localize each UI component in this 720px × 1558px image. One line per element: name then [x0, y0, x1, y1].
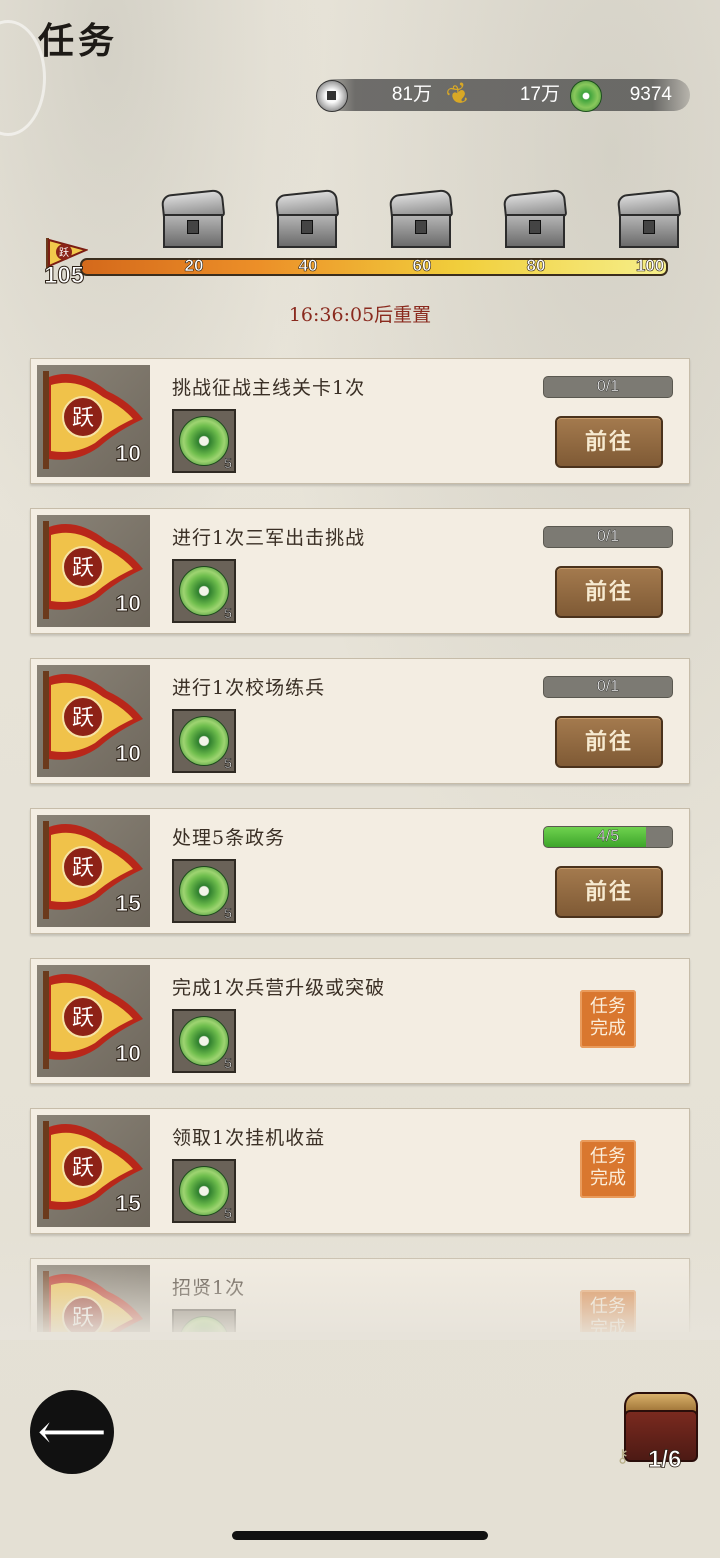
reward-count: 5 [224, 905, 232, 922]
task-points-badge: 跃 15 [37, 817, 147, 921]
task-card: 跃 15 处理5条政务 5 4/5 前往 [30, 808, 690, 934]
flag-char: 跃 [72, 556, 94, 581]
reward-count: 5 [224, 1055, 232, 1072]
task-card: 跃 10 挑战征战主线关卡1次 5 0/1 前往 [30, 358, 690, 484]
reward-item[interactable]: 5 [172, 559, 236, 623]
go-button[interactable]: 前往 [555, 566, 663, 618]
task-name: 进行1次三军出击挑战 [172, 527, 366, 549]
task-points: 10 [115, 590, 142, 617]
go-button[interactable]: 前往 [555, 416, 663, 468]
task-name: 进行1次校场练兵 [172, 677, 326, 699]
task-card: 跃 15 领取1次挂机收益 5 任务 完成 [30, 1108, 690, 1234]
jade-reward-icon [179, 716, 229, 766]
reward-item[interactable]: 5 [172, 409, 236, 473]
jade-reward-icon [179, 1166, 229, 1216]
task-progress-bar: 4/5 [543, 826, 673, 848]
task-progress-text: 0/1 [596, 528, 620, 545]
list-fade-overlay [0, 1240, 720, 1340]
task-progress-text: 4/5 [596, 828, 620, 845]
reward-count: 5 [224, 755, 232, 772]
task-points: 10 [115, 740, 142, 767]
task-card: 跃 10 进行1次三军出击挑战 5 0/1 前往 [30, 508, 690, 634]
task-list[interactable]: 跃 10 挑战征战主线关卡1次 5 0/1 前往跃 10 进行1次三军出击挑战 5 0/1 前往跃 1… [0, 0, 720, 1332]
task-progress-text: 0/1 [596, 378, 620, 395]
flag-char: 跃 [72, 1156, 94, 1181]
task-points-badge: 跃 10 [37, 517, 147, 621]
home-indicator[interactable] [232, 1531, 488, 1540]
jade-reward-icon [179, 566, 229, 616]
task-points-badge: 跃 10 [37, 667, 147, 771]
go-button[interactable]: 前往 [555, 866, 663, 918]
reward-count: 5 [224, 455, 232, 472]
task-name: 完成1次兵营升级或突破 [172, 977, 386, 999]
task-points-badge: 跃 10 [37, 967, 147, 1071]
key-icon: ⚷ [616, 1446, 630, 1467]
task-points: 10 [115, 1040, 142, 1067]
flag-char: 跃 [72, 856, 94, 881]
task-points: 15 [115, 890, 142, 917]
task-points-badge: 跃 15 [37, 1117, 147, 1221]
reward-item[interactable]: 5 [172, 1009, 236, 1073]
jade-reward-icon [179, 866, 229, 916]
task-name: 领取1次挂机收益 [172, 1127, 326, 1149]
task-points: 10 [115, 440, 142, 467]
reward-count: 5 [224, 1205, 232, 1222]
flag-char: 跃 [72, 406, 94, 431]
treasure-progress: 1/6 [648, 1446, 682, 1474]
task-complete-stamp: 任务完成 [580, 1140, 636, 1198]
back-button[interactable]: ⟵ [30, 1390, 114, 1474]
reward-item[interactable]: 5 [172, 859, 236, 923]
go-button[interactable]: 前往 [555, 716, 663, 768]
task-progress-bar: 0/1 [543, 526, 673, 548]
jade-reward-icon [179, 1016, 229, 1066]
flag-char: 跃 [72, 706, 94, 731]
task-progress-text: 0/1 [596, 678, 620, 695]
task-points-badge: 跃 10 [37, 367, 147, 471]
reward-item[interactable]: 5 [172, 709, 236, 773]
back-arrow-icon: ⟵ [37, 1404, 107, 1460]
flag-char: 跃 [72, 1006, 94, 1031]
stamp-line-2: 完成 [590, 1168, 626, 1189]
task-card: 跃 10 完成1次兵营升级或突破 5 任务 完成 [30, 958, 690, 1084]
task-progress-bar: 0/1 [543, 376, 673, 398]
stamp-line-1: 任务 [590, 996, 626, 1017]
task-complete-stamp: 任务完成 [580, 990, 636, 1048]
task-name: 处理5条政务 [172, 827, 286, 849]
stamp-line-1: 任务 [590, 1146, 626, 1167]
stamp-line-2: 完成 [590, 1018, 626, 1039]
task-name: 挑战征战主线关卡1次 [172, 377, 366, 399]
task-progress-bar: 0/1 [543, 676, 673, 698]
task-card: 跃 10 进行1次校场练兵 5 0/1 前往 [30, 658, 690, 784]
task-points: 15 [115, 1190, 142, 1217]
reward-count: 5 [224, 605, 232, 622]
jade-reward-icon [179, 416, 229, 466]
reward-item[interactable]: 5 [172, 1159, 236, 1223]
